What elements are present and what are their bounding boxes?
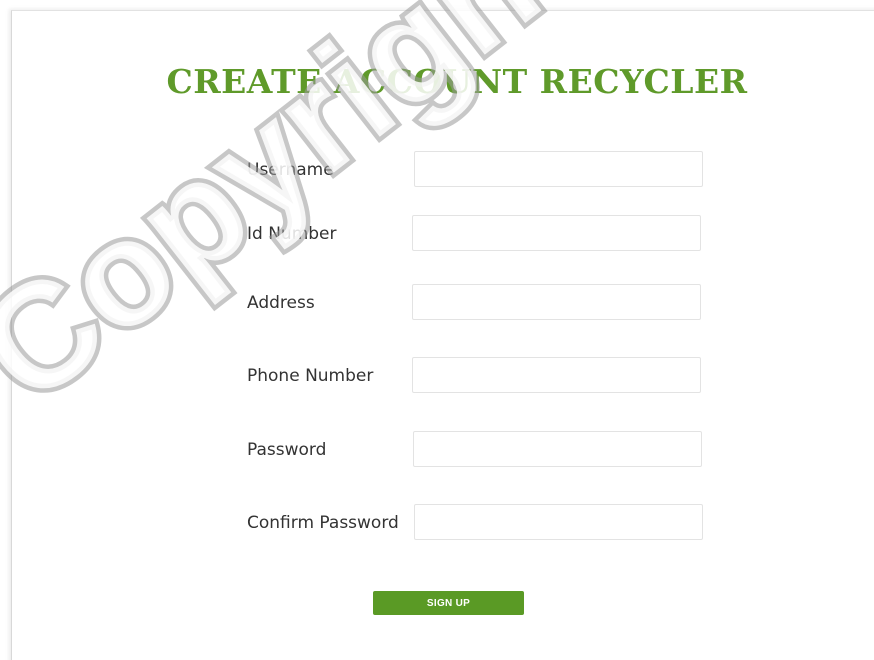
phone-number-label: Phone Number: [247, 366, 374, 386]
password-input[interactable]: [413, 431, 702, 467]
username-input[interactable]: [414, 151, 703, 187]
password-label: Password: [247, 440, 327, 460]
address-row: Address: [247, 284, 717, 322]
password-row: Password: [247, 431, 717, 469]
username-row: Username: [247, 151, 717, 189]
username-label: Username: [247, 160, 334, 180]
phone-number-input[interactable]: [412, 357, 701, 393]
page: CREATE ACCOUNT RECYCLER Username Id Numb…: [0, 0, 874, 660]
confirm-password-label: Confirm Password: [247, 513, 399, 533]
confirm-password-row: Confirm Password: [247, 504, 717, 542]
address-input[interactable]: [412, 284, 701, 320]
window-frame: [11, 10, 874, 660]
page-title: CREATE ACCOUNT RECYCLER: [166, 62, 748, 101]
id-number-row: Id Number: [247, 215, 717, 253]
phone-number-row: Phone Number: [247, 357, 717, 395]
sign-up-button[interactable]: SIGN UP: [373, 591, 524, 615]
id-number-input[interactable]: [412, 215, 701, 251]
confirm-password-input[interactable]: [414, 504, 703, 540]
id-number-label: Id Number: [247, 224, 337, 244]
address-label: Address: [247, 293, 315, 313]
